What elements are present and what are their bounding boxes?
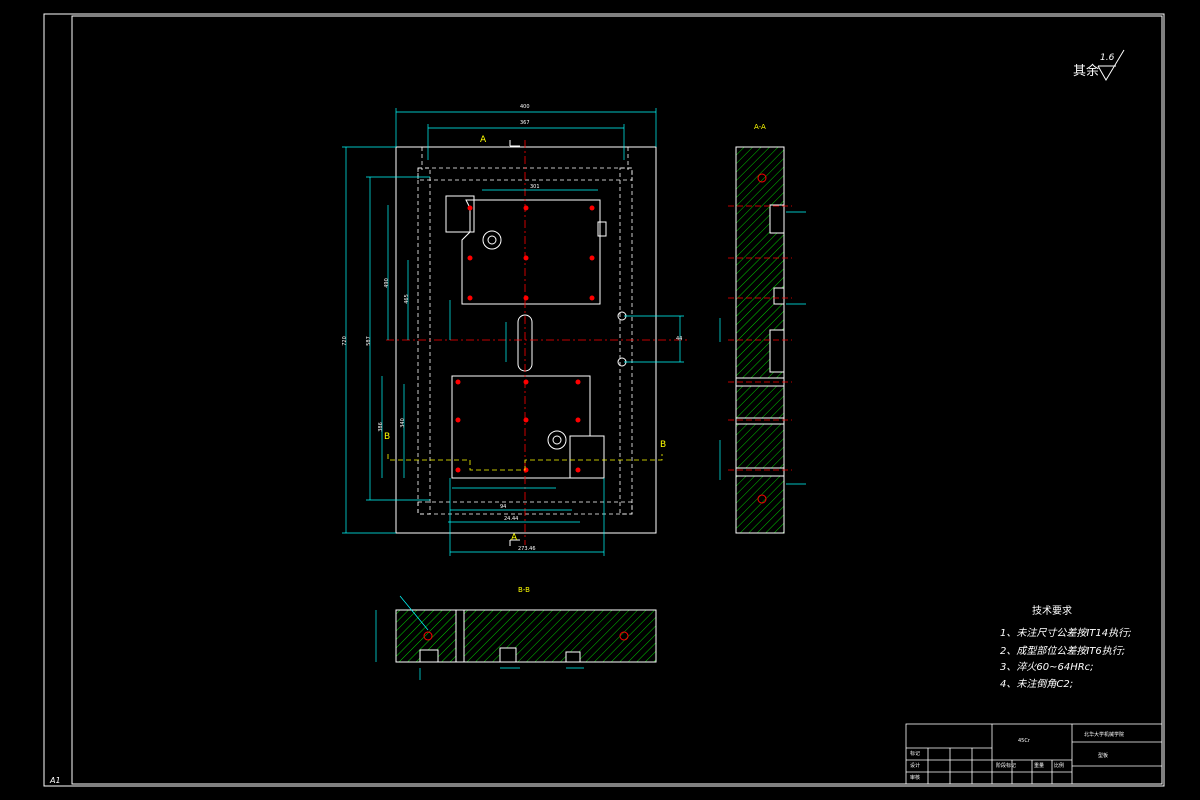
- plan-view: [342, 108, 690, 556]
- dimension-lines: [342, 108, 684, 556]
- title-block-material: 45Cr: [1018, 738, 1030, 744]
- upper-cavity: [445, 195, 607, 305]
- lower-cavity: [451, 375, 605, 479]
- section-aa-title: A-A: [754, 123, 766, 131]
- section-a-label-top: A: [480, 135, 487, 145]
- surface-finish-value: 1.6: [1100, 53, 1115, 63]
- dim-lower-span: 273.46: [518, 546, 536, 552]
- outer-border: [43, 13, 1165, 787]
- dim-section-misc: 24.44: [504, 516, 519, 522]
- surface-finish-prefix: 其余: [1073, 64, 1100, 79]
- section-bb-view: [375, 595, 657, 680]
- title-block-label-review: 审核: [910, 775, 921, 781]
- title-block-label-design: 设计: [910, 763, 921, 769]
- title-block-label-mark: 标记: [910, 751, 921, 757]
- title-block-part-name: 型板: [1098, 753, 1109, 759]
- tech-requirement-1: 1、未注尺寸公差按IT14执行;: [1000, 628, 1132, 639]
- dim-inner-height: 587: [365, 336, 372, 346]
- center-lines: [386, 140, 690, 545]
- title-block-col-scale: 比例: [1054, 763, 1065, 769]
- dim-lower-cavity: 340: [399, 418, 406, 428]
- section-b-label-right: B: [660, 440, 667, 450]
- dim-cavity-width: 301: [530, 184, 540, 190]
- title-block-col-weight: 重量: [1034, 763, 1045, 769]
- dim-inner-width: 367: [520, 120, 530, 126]
- dim-lower-width: 94: [500, 504, 507, 510]
- dim-slot-span: 44: [676, 336, 683, 342]
- tech-requirements-title: 技术要求: [1032, 606, 1072, 617]
- sheet-size-label: A1: [50, 776, 61, 785]
- section-bb-title: B-B: [518, 586, 530, 594]
- dim-overall-width: 400: [520, 104, 530, 110]
- dim-lower-offset: 386: [377, 422, 384, 432]
- tech-requirement-3: 3、淬火60~64HRc;: [1000, 662, 1094, 673]
- tech-requirement-4: 4、未注倒角C2;: [1000, 679, 1074, 690]
- dim-upper-offset: 490: [383, 278, 390, 288]
- tech-requirement-2: 2、成型部位公差按IT6执行;: [1000, 646, 1126, 657]
- inner-border: [71, 15, 1163, 785]
- section-a-label-bottom: A: [511, 533, 518, 543]
- section-aa-view: [719, 146, 806, 534]
- dim-upper-cavity: 465: [403, 294, 410, 304]
- dim-overall-height: 720: [341, 336, 348, 346]
- title-block-school: 北华大学机械学院: [1084, 732, 1125, 738]
- corner-bolts: [617, 311, 627, 367]
- section-b-label-left: B: [384, 432, 391, 442]
- title-block-col-stage: 阶段标记: [996, 763, 1017, 769]
